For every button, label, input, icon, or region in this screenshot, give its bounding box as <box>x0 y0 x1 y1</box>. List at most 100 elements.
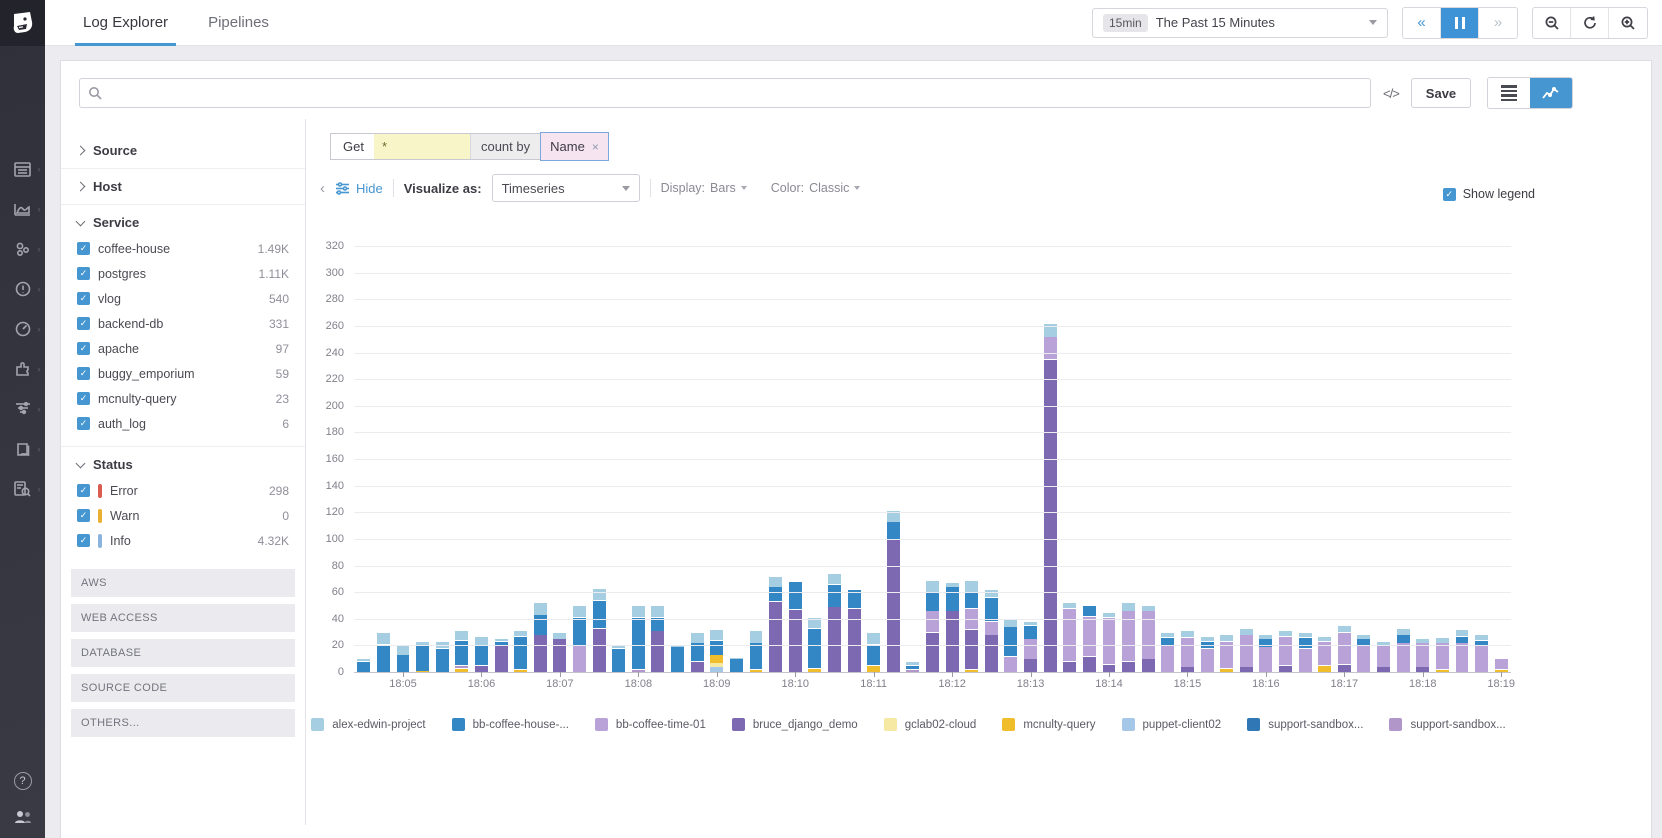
bar-segment[interactable] <box>926 632 939 672</box>
bar-segment[interactable] <box>1416 639 1430 643</box>
bar-segment[interactable] <box>1024 639 1038 659</box>
service-facet-item[interactable]: ✓ coffee-house 1.49K <box>77 236 289 261</box>
notebooks-icon[interactable]: › <box>13 440 41 458</box>
bar-segment[interactable] <box>651 605 665 618</box>
bar-segment[interactable] <box>1455 643 1469 672</box>
bar-segment[interactable] <box>1082 656 1096 672</box>
checkbox-checked-icon[interactable]: ✓ <box>1442 187 1456 201</box>
facet-service-header[interactable]: Service <box>75 215 289 230</box>
bar-segment[interactable] <box>1004 627 1018 657</box>
bar-segment[interactable] <box>1063 603 1077 609</box>
save-button[interactable]: Save <box>1410 78 1472 108</box>
facet-label[interactable]: mcnulty-query <box>98 392 268 406</box>
bar-segment[interactable] <box>1063 608 1077 662</box>
search-input[interactable] <box>108 85 1362 101</box>
datadog-logo[interactable] <box>0 0 45 46</box>
facet-label[interactable]: postgres <box>98 267 251 281</box>
bar-segment[interactable] <box>455 665 469 669</box>
logs-search-icon[interactable]: › <box>13 480 41 498</box>
bar-segment[interactable] <box>769 587 783 602</box>
monitors-alert-icon[interactable]: › <box>13 280 41 298</box>
bar-segment[interactable] <box>1122 603 1136 611</box>
bar-segment[interactable] <box>1259 635 1273 639</box>
service-facet-item[interactable]: ✓ vlog 540 <box>77 286 289 311</box>
bar-segment[interactable] <box>729 657 743 659</box>
infrastructure-icon[interactable]: › <box>13 240 41 258</box>
facet-host-header[interactable]: Host <box>75 179 289 194</box>
bar-segment[interactable] <box>984 621 998 635</box>
facet-label[interactable]: Error <box>110 484 261 498</box>
facet-group-source-code[interactable]: SOURCE CODE <box>71 674 295 702</box>
account-users-icon[interactable] <box>13 810 33 824</box>
bar-segment[interactable] <box>1396 635 1410 643</box>
checkbox-checked-icon[interactable]: ✓ <box>77 484 90 497</box>
bar-segment[interactable] <box>1298 648 1312 672</box>
bar-segment[interactable] <box>710 655 724 663</box>
bar-segment[interactable] <box>1475 635 1489 641</box>
bar-segment[interactable] <box>690 632 704 643</box>
tab-log-explorer[interactable]: Log Explorer <box>63 0 188 46</box>
bar-segment[interactable] <box>827 584 841 607</box>
bar-segment[interactable] <box>1377 645 1390 667</box>
hide-button[interactable]: Hide <box>335 181 383 196</box>
bar-segment[interactable] <box>494 639 508 642</box>
service-facet-item[interactable]: ✓ buggy_emporium 59 <box>77 361 289 386</box>
bar-segment[interactable] <box>788 581 802 610</box>
bar-segment[interactable] <box>1082 605 1096 617</box>
bar-segment[interactable] <box>769 601 783 672</box>
bar-segment[interactable] <box>533 603 547 615</box>
bar-segment[interactable] <box>1357 645 1371 672</box>
time-range-select[interactable]: 15min The Past 15 Minutes <box>1092 7 1388 38</box>
status-facet-item[interactable]: ✓ Warn 0 <box>77 503 289 528</box>
bar-segment[interactable] <box>1396 643 1410 672</box>
bar-segment[interactable] <box>1318 636 1332 642</box>
color-dropdown[interactable]: Color: Classic <box>771 181 861 195</box>
bar-segment[interactable] <box>1279 636 1292 666</box>
checkbox-checked-icon[interactable]: ✓ <box>77 242 90 255</box>
bar-segment[interactable] <box>1200 636 1214 642</box>
legend-item[interactable]: bb-coffee-time-01 <box>594 718 706 731</box>
bar-segment[interactable] <box>612 648 626 672</box>
bar-segment[interactable] <box>1063 661 1077 672</box>
bar-segment[interactable] <box>1435 637 1449 643</box>
bar-segment[interactable] <box>965 629 979 670</box>
bar-segment[interactable] <box>474 645 488 666</box>
checkbox-checked-icon[interactable]: ✓ <box>77 392 90 405</box>
bar-segment[interactable] <box>1298 637 1312 649</box>
pause-button[interactable] <box>1441 7 1479 38</box>
bar-segment[interactable] <box>1024 659 1038 672</box>
pipelines-filter-icon[interactable]: › <box>13 400 41 418</box>
bar-segment[interactable] <box>396 655 410 672</box>
integrations-puzzle-icon[interactable]: › <box>13 360 41 378</box>
tab-pipelines[interactable]: Pipelines <box>188 0 289 46</box>
bar-segment[interactable] <box>965 592 979 609</box>
search-box[interactable] <box>79 78 1371 108</box>
dashboards-icon[interactable]: › <box>13 160 41 178</box>
bar-segment[interactable] <box>455 640 469 666</box>
service-facet-item[interactable]: ✓ mcnulty-query 23 <box>77 386 289 411</box>
status-facet-item[interactable]: ✓ Error 298 <box>77 478 289 503</box>
checkbox-checked-icon[interactable]: ✓ <box>77 417 90 430</box>
bar-segment[interactable] <box>1161 637 1175 646</box>
facet-label[interactable]: backend-db <box>98 317 261 331</box>
bar-segment[interactable] <box>808 628 822 669</box>
bar-segment[interactable] <box>1004 619 1018 627</box>
visualize-select[interactable]: Timeseries <box>491 174 640 202</box>
zoom-in-button[interactable] <box>1609 8 1647 38</box>
bar-segment[interactable] <box>1259 647 1273 672</box>
checkbox-checked-icon[interactable]: ✓ <box>77 342 90 355</box>
facet-group-database[interactable]: DATABASE <box>71 639 295 667</box>
bar-segment[interactable] <box>1416 643 1430 667</box>
bar-segment[interactable] <box>474 636 488 646</box>
bar-segment[interactable] <box>1161 632 1175 638</box>
bar-segment[interactable] <box>573 605 586 618</box>
bar-segment[interactable] <box>455 631 469 641</box>
service-facet-item[interactable]: ✓ backend-db 331 <box>77 311 289 336</box>
checkbox-checked-icon[interactable]: ✓ <box>77 317 90 330</box>
bar-segment[interactable] <box>1220 635 1234 642</box>
bar-segment[interactable] <box>1024 625 1038 639</box>
bar-segment[interactable] <box>1141 605 1155 611</box>
bar-segment[interactable] <box>631 605 645 618</box>
legend-item[interactable]: puppet-client02 <box>1121 718 1221 731</box>
service-facet-item[interactable]: ✓ postgres 1.11K <box>77 261 289 286</box>
